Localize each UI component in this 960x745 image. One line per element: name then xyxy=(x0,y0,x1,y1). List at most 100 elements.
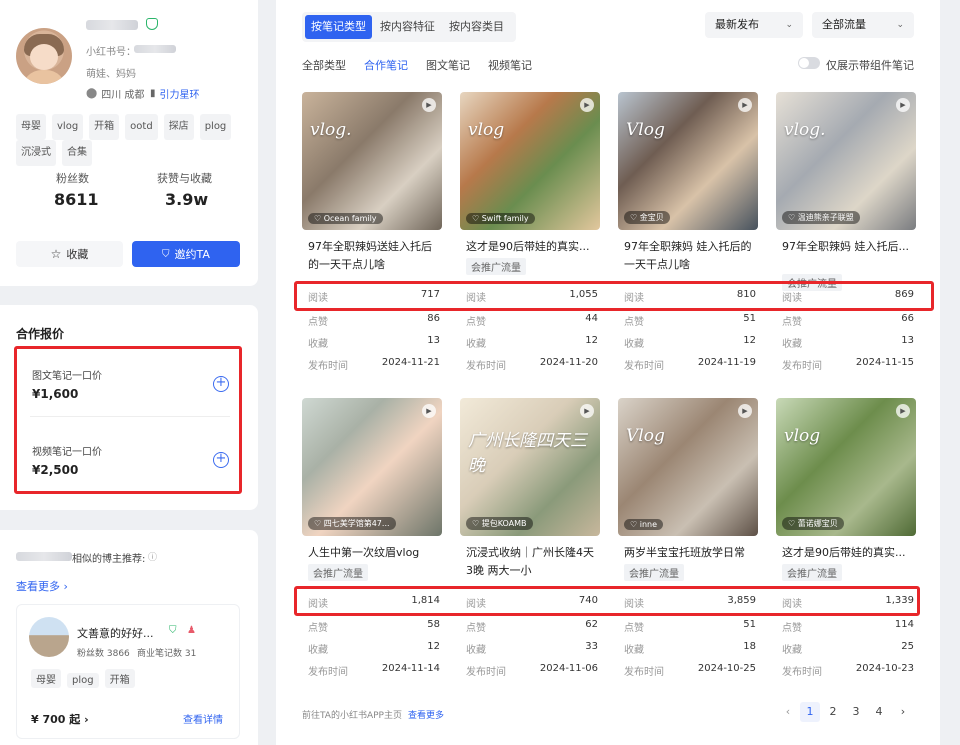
page-3-button[interactable]: 3 xyxy=(846,702,866,722)
stat-label: 点赞 xyxy=(308,317,328,328)
note-card[interactable]: vlog ▶ ♡ Swift family 这才是90后带娃的真实... 会推广… xyxy=(460,92,600,377)
add-video-quote-button[interactable]: + xyxy=(213,452,229,468)
username-blurred xyxy=(86,20,138,30)
prev-page-button[interactable]: ‹ xyxy=(778,702,798,722)
component-only-toggle[interactable] xyxy=(798,57,820,69)
note-thumbnail[interactable]: 广州长隆四天三晚 ▶ ♡ 提包KOAMB xyxy=(460,398,600,536)
stat-label: 收藏 xyxy=(466,645,486,656)
note-thumbnail[interactable]: Vlog ▶ ♡ 金宝贝 xyxy=(618,92,758,230)
subtab-video[interactable]: 视频笔记 xyxy=(488,57,532,73)
note-author: ♡ 金宝贝 xyxy=(624,211,670,224)
note-card[interactable]: vlog ▶ ♡ 蕾诺娜宝贝 这才是90后带娃的真实... 会推广流量 阅读 1… xyxy=(776,398,916,683)
note-card[interactable]: vlog. ▶ ♡ Ocean family 97年全职辣妈送娃入托后的一天干点… xyxy=(302,92,442,377)
note-thumbnail[interactable]: vlog. ▶ ♡ Ocean family xyxy=(302,92,442,230)
note-thumbnail[interactable]: ▶ ♡ 四七美学馆第47... xyxy=(302,398,442,536)
fans-label: 粉丝数 xyxy=(56,172,89,185)
sort-dropdown[interactable]: 最新发布 ⌄ xyxy=(705,12,803,38)
stat-value-fav: 12 xyxy=(743,335,756,346)
stat-label: 阅读 xyxy=(466,293,486,304)
note-card[interactable]: 广州长隆四天三晚 ▶ ♡ 提包KOAMB 沉浸式收纳｜广州长隆4天3晚 两大一小… xyxy=(460,398,600,683)
stat-value-like: 51 xyxy=(743,313,756,324)
traffic-dropdown[interactable]: 全部流量 ⌄ xyxy=(812,12,914,38)
page-2-button[interactable]: 2 xyxy=(823,702,843,722)
invite-button[interactable]: ⛉ 邀约TA xyxy=(132,241,240,267)
blogger-avatar[interactable] xyxy=(29,617,69,657)
stat-value-date: 2024-10-25 xyxy=(697,663,756,674)
blogger-card[interactable]: 文善意的好好... ⛉ ♟ 粉丝数 3866 商业笔记数 31 母婴 plog 开箱… xyxy=(16,604,240,739)
footer-see-more-link[interactable]: 查看更多 xyxy=(408,708,444,721)
note-title[interactable]: 沉浸式收纳｜广州长隆4天3晚 两大一小 xyxy=(466,544,598,580)
avatar[interactable] xyxy=(16,28,72,84)
note-thumbnail[interactable]: vlog. ▶ ♡ 温迪熊亲子联盟 xyxy=(776,92,916,230)
subtab-all[interactable]: 全部类型 xyxy=(302,57,346,73)
add-image-quote-button[interactable]: + xyxy=(213,376,229,392)
note-title[interactable]: 这才是90后带娃的真实... xyxy=(782,544,914,562)
note-title[interactable]: 97年全职辣妈 娃入托后... xyxy=(782,238,914,256)
note-filter-segment: 按笔记类型 按内容特征 按内容类目 xyxy=(302,12,516,42)
stat-value-read: 740 xyxy=(578,595,598,606)
stat-label: 阅读 xyxy=(624,293,644,304)
subtab-image[interactable]: 图文笔记 xyxy=(426,57,470,73)
location-pin-icon: ⬤ xyxy=(86,88,98,99)
stat-label: 点赞 xyxy=(308,623,328,634)
stat-label: 阅读 xyxy=(782,599,802,610)
tag: 探店 xyxy=(163,114,194,140)
note-card[interactable]: ▶ ♡ 四七美学馆第47... 人生中第一次纹眉vlog 会推广流量 阅读 1,… xyxy=(302,398,442,683)
note-card[interactable]: Vlog ▶ ♡ 金宝贝 97年全职辣妈 娃入托后的一天干点儿啥 阅读 810 … xyxy=(618,92,758,377)
chevron-down-icon: ⌄ xyxy=(785,20,793,30)
stat-value-date: 2024-11-14 xyxy=(381,663,440,674)
stat-label: 发布时间 xyxy=(308,667,348,678)
note-author: ♡ 提包KOAMB xyxy=(466,517,533,530)
note-title[interactable]: 97年全职辣妈 娃入托后的一天干点儿啥 xyxy=(624,238,756,274)
note-title[interactable]: 两岁半宝宝托班放学日常 xyxy=(624,544,756,562)
see-more-link[interactable]: 查看更多 › xyxy=(16,578,68,594)
stat-label: 收藏 xyxy=(782,645,802,656)
tab-by-note-type[interactable]: 按笔记类型 xyxy=(305,15,372,39)
collect-button[interactable]: ☆ 收藏 xyxy=(16,241,123,267)
stat-label: 收藏 xyxy=(782,339,802,350)
stat-label: 发布时间 xyxy=(308,361,348,372)
note-title[interactable]: 这才是90后带娃的真实... xyxy=(466,238,598,256)
stat-row-date: 发布时间 2024-11-06 xyxy=(466,663,598,678)
quote-label-image: 图文笔记一口价 xyxy=(32,371,102,382)
note-title[interactable]: 97年全职辣妈送娃入托后的一天干点儿啥 xyxy=(308,238,440,274)
stat-value-date: 2024-10-23 xyxy=(855,663,914,674)
note-card[interactable]: Vlog ▶ ♡ inne 两岁半宝宝托班放学日常 会推广流量 阅读 3,859… xyxy=(618,398,758,683)
bio: 萌娃、妈妈 xyxy=(86,69,136,80)
subtab-cooperation[interactable]: 合作笔记 xyxy=(364,57,408,73)
tag: 开箱 xyxy=(104,669,135,688)
stat-label: 阅读 xyxy=(308,293,328,304)
stat-value-like: 51 xyxy=(743,619,756,630)
stat-label: 发布时间 xyxy=(782,667,822,678)
info-icon[interactable]: ⓘ xyxy=(148,550,157,563)
tab-by-content-category[interactable]: 按内容类目 xyxy=(443,15,510,39)
star-ring-badge[interactable]: ▮ 引力星环 xyxy=(150,86,200,101)
note-author: ♡ 温迪熊亲子联盟 xyxy=(782,211,860,224)
note-title[interactable]: 人生中第一次纹眉vlog xyxy=(308,544,440,562)
note-author: ♡ inne xyxy=(624,519,664,530)
note-author: ♡ Ocean family xyxy=(308,213,383,224)
stat-value-read: 810 xyxy=(736,289,756,300)
blogger-details-link[interactable]: 查看详情 xyxy=(183,711,223,726)
note-card[interactable]: vlog. ▶ ♡ 温迪熊亲子联盟 97年全职辣妈 娃入托后... 会推广流量 … xyxy=(776,92,916,377)
next-page-button[interactable]: › xyxy=(893,702,913,722)
note-thumbnail[interactable]: Vlog ▶ ♡ inne xyxy=(618,398,758,536)
page-1-button[interactable]: 1 xyxy=(800,702,820,722)
stat-label: 阅读 xyxy=(782,293,802,304)
stat-row-fav: 收藏 33 xyxy=(466,641,598,656)
stat-value-like: 86 xyxy=(427,313,440,324)
quote-price-video: ¥2,500 xyxy=(32,463,79,477)
stat-value-date: 2024-11-06 xyxy=(539,663,598,674)
stat-value-like: 58 xyxy=(427,619,440,630)
recommend-title: 相似的博主推荐: xyxy=(72,554,146,565)
page-4-button[interactable]: 4 xyxy=(869,702,889,722)
tag: plog xyxy=(199,114,232,140)
blogger-price[interactable]: ¥ 700 起 › xyxy=(31,711,89,727)
stat-value-like: 44 xyxy=(585,313,598,324)
tab-by-content-feature[interactable]: 按内容特征 xyxy=(374,15,441,39)
note-thumbnail[interactable]: vlog ▶ ♡ Swift family xyxy=(460,92,600,230)
stat-row-read: 阅读 717 xyxy=(308,289,440,304)
note-thumbnail[interactable]: vlog ▶ ♡ 蕾诺娜宝贝 xyxy=(776,398,916,536)
blogger-name[interactable]: 文善意的好好... xyxy=(77,625,154,641)
stat-value-read: 1,339 xyxy=(885,595,914,606)
